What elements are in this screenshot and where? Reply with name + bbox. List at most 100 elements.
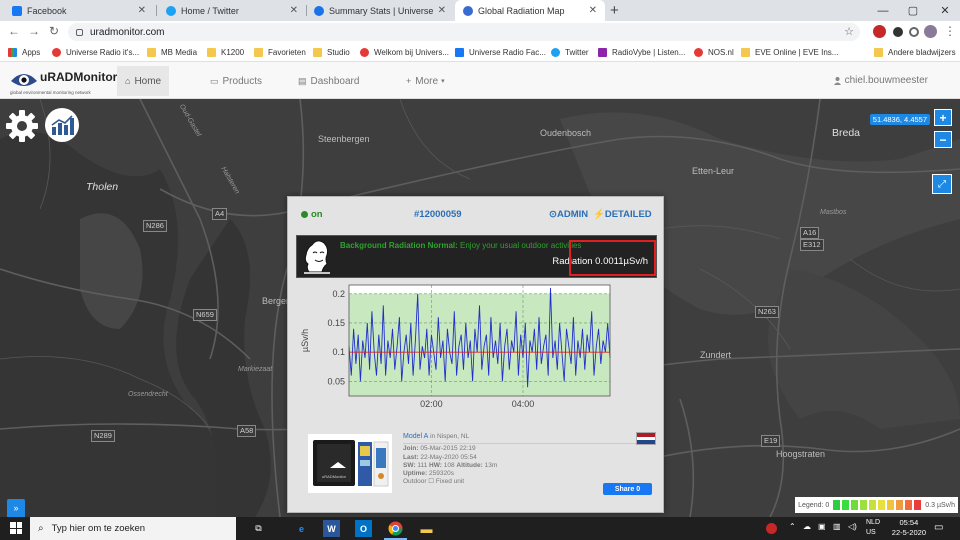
tray-app-icon[interactable] xyxy=(763,520,780,537)
outlook-icon[interactable]: O xyxy=(355,520,372,537)
model-link[interactable]: Model A xyxy=(403,433,428,440)
last-date: 22-May-2020 05:54 xyxy=(420,453,477,461)
file-explorer-icon[interactable]: ▬ xyxy=(418,520,435,537)
close-icon[interactable]: ✕ xyxy=(138,5,146,16)
nav-products[interactable]: ▭ Products xyxy=(202,66,270,96)
share-label: Share 0 xyxy=(614,485,641,493)
system-clock[interactable]: 05:54 22-5-2020 xyxy=(892,518,926,538)
device-status: on xyxy=(301,209,323,220)
bookmark-mb-media[interactable]: MB Media xyxy=(147,46,197,59)
close-icon[interactable]: ✕ xyxy=(589,5,597,16)
bookmark-k1200[interactable]: K1200 xyxy=(207,46,244,59)
sidebar-toggle-button[interactable]: » xyxy=(7,499,25,517)
bookmark-favorieten[interactable]: Favorieten xyxy=(254,46,306,59)
expand-icon: ⤢ xyxy=(938,178,946,190)
windows-start-icon[interactable] xyxy=(10,522,22,534)
stats-chart-button[interactable] xyxy=(45,108,79,142)
legend-color-cell xyxy=(832,499,842,511)
status-text: on xyxy=(311,209,323,220)
folder-icon xyxy=(874,48,883,57)
chrome-icon[interactable] xyxy=(387,520,404,537)
tab-facebook[interactable]: Facebook ✕ xyxy=(4,0,154,21)
bookmark-other[interactable]: Andere bladwijzers xyxy=(874,46,956,59)
lightning-icon: ⚡ xyxy=(593,209,605,220)
extension-circle-icon[interactable] xyxy=(909,27,919,37)
extension-icon[interactable] xyxy=(893,27,903,37)
bookmark-radiovybe[interactable]: RadioVybe | Listen... xyxy=(598,46,685,59)
search-placeholder: Typ hier om te zoeken xyxy=(51,523,146,534)
uradmonitor-logo[interactable]: uRADMonitor global environmental monitor… xyxy=(10,67,117,95)
bookmark-label: Andere bladwijzers xyxy=(888,48,956,57)
device-location: in Nispen, NL xyxy=(430,433,470,440)
tray-chevron-icon[interactable]: ⌃ xyxy=(789,522,796,531)
bookmark-studio[interactable]: Studio xyxy=(313,46,350,59)
zoom-in-button[interactable]: + xyxy=(934,109,952,126)
profile-avatar[interactable] xyxy=(924,25,937,38)
detailed-link[interactable]: ⚡DETAILED xyxy=(593,209,652,220)
maximize-button[interactable]: ▢ xyxy=(898,0,928,21)
road-sign: N659 xyxy=(193,309,217,321)
bookmark-nos[interactable]: NOS.nl xyxy=(694,46,734,59)
tab-summary-stats[interactable]: Summary Stats | Universeradio.nl ✕ xyxy=(306,0,454,21)
map-place-label: Etten-Leur xyxy=(692,166,735,176)
cloud-icon[interactable]: ☁ xyxy=(803,522,811,531)
bookmark-universe-radio[interactable]: Universe Radio it's... xyxy=(52,46,139,59)
nav-dashboard[interactable]: ▤ Dashboard xyxy=(290,66,367,96)
legend-color-cell xyxy=(850,499,860,511)
close-icon[interactable]: ✕ xyxy=(290,5,298,16)
menu-icon[interactable]: ⋮ xyxy=(942,24,958,38)
road-sign: N289 xyxy=(91,430,115,442)
notification-icon[interactable]: ▭ xyxy=(934,522,943,533)
task-view-icon[interactable]: ⧉ xyxy=(250,520,267,537)
facebook-share-button[interactable]: Share 0 xyxy=(603,483,652,495)
bookmark-welkom[interactable]: Welkom bij Univers... xyxy=(360,46,449,59)
window-close-button[interactable]: ✕ xyxy=(930,0,960,21)
road-sign: E312 xyxy=(800,239,824,251)
legend-color-cell xyxy=(841,499,851,511)
tray-icon[interactable]: ▣ xyxy=(818,522,826,531)
settings-gear-icon[interactable] xyxy=(5,109,39,143)
radiation-line-chart: 0.2 0.15 0.1 0.05 02:00 04:00 µSv/h xyxy=(300,284,611,409)
bookmark-universe-radio-facebook[interactable]: Universe Radio Fac... xyxy=(455,46,546,59)
bookmark-eve-online[interactable]: EVE Online | EVE Ins... xyxy=(741,46,838,59)
radiation-map[interactable]: Steenbergen Oudenbosch Breda Tholen Ette… xyxy=(0,99,960,517)
coordinates-readout: 51.4836, 4.4557 xyxy=(869,114,930,125)
user-menu[interactable]: chiel.bouwmeester xyxy=(833,75,928,86)
bookmark-twitter[interactable]: Twitter xyxy=(551,46,589,59)
forward-button[interactable]: → xyxy=(26,24,42,38)
popup-header: on #12000059 ⊙ADMIN ⚡DETAILED xyxy=(288,209,665,223)
bookmark-star-icon[interactable]: ☆ xyxy=(844,25,854,38)
close-icon[interactable]: ✕ xyxy=(438,5,446,16)
volume-icon[interactable]: ◁) xyxy=(848,522,857,531)
nav-home[interactable]: ⌂ Home xyxy=(117,66,170,96)
caret-down-icon: ▾ xyxy=(441,78,445,85)
adblock-extension-icon[interactable] xyxy=(873,25,886,38)
detailed-label: DETAILED xyxy=(604,209,652,220)
tab-global-radiation-map[interactable]: Global Radiation Map ✕ xyxy=(455,0,605,21)
search-icon: ⌕ xyxy=(38,523,44,534)
apps-grid-icon xyxy=(8,48,17,57)
road-sign: A58 xyxy=(237,425,257,437)
nav-more[interactable]: + More ▾ xyxy=(398,66,453,96)
language-indicator[interactable]: NLD US xyxy=(866,518,880,538)
minimize-button[interactable]: — xyxy=(868,0,898,21)
edge-icon[interactable]: e xyxy=(293,520,310,537)
bookmark-apps[interactable]: Apps xyxy=(8,46,40,59)
facebook-icon xyxy=(455,48,464,57)
keyboard-layout: US xyxy=(866,529,876,536)
word-icon[interactable]: W xyxy=(323,520,340,537)
new-tab-button[interactable]: + xyxy=(610,2,619,19)
fullscreen-button[interactable]: ⤢ xyxy=(932,174,952,194)
tab-twitter[interactable]: Home / Twitter ✕ xyxy=(158,0,306,21)
taskbar-search-input[interactable]: ⌕ Typ hier om te zoeken xyxy=(30,517,236,540)
bookmark-label: Welkom bij Univers... xyxy=(374,48,449,57)
reload-button[interactable]: ↻ xyxy=(46,24,62,38)
device-id-link[interactable]: #12000059 xyxy=(414,209,462,220)
network-icon[interactable]: ▥ xyxy=(833,522,841,531)
zoom-out-button[interactable]: − xyxy=(934,131,952,148)
address-bar[interactable]: uradmonitor.com ☆ xyxy=(68,23,860,41)
altitude-label: Altitude: xyxy=(456,461,483,469)
language-code: NLD xyxy=(866,519,881,526)
back-button[interactable]: ← xyxy=(6,24,22,38)
admin-link[interactable]: ⊙ADMIN xyxy=(549,209,588,220)
